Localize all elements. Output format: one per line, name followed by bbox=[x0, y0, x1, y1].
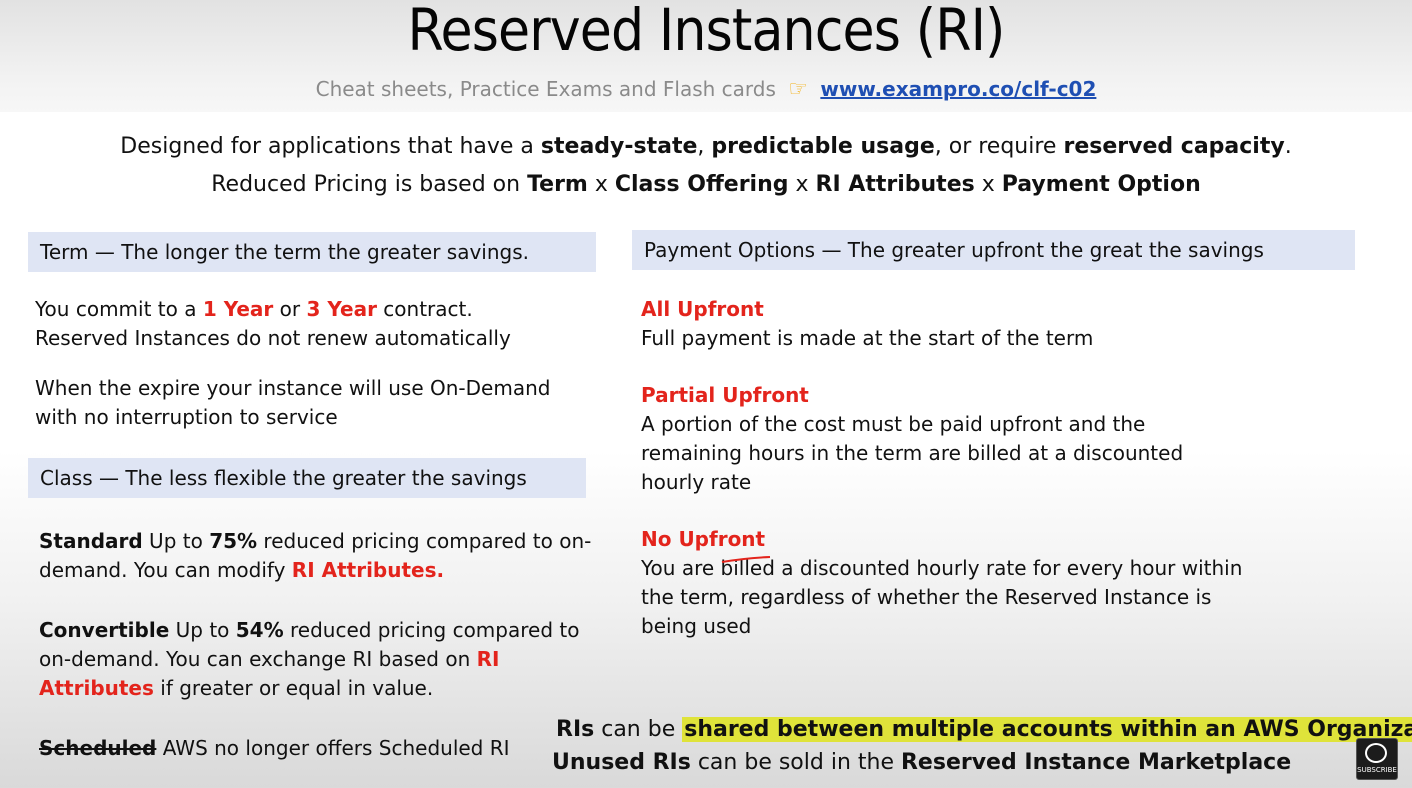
intro-bold: Class Offering bbox=[614, 172, 789, 197]
intro-text: , bbox=[697, 134, 712, 159]
freecodecamp-logo-icon bbox=[1365, 743, 1387, 763]
term-1-year: 1 Year bbox=[202, 297, 274, 321]
class-scheduled-text: Scheduled AWS no longer offers Scheduled… bbox=[39, 734, 510, 763]
text: or bbox=[273, 297, 307, 321]
text: When the expire your instance will use O… bbox=[35, 376, 551, 400]
subtitle: Cheat sheets, Practice Exams and Flash c… bbox=[0, 77, 1412, 102]
text: can be sold in the bbox=[690, 750, 901, 775]
text: Full payment is made at the start of the… bbox=[641, 326, 1094, 350]
class-header: Class — The less flexible the greater th… bbox=[28, 458, 586, 498]
intro-bold: Payment Option bbox=[1001, 172, 1201, 197]
payment-all-upfront: All Upfront Full payment is made at the … bbox=[641, 295, 1093, 353]
intro-bold: reserved capacity bbox=[1063, 134, 1285, 159]
intro-bold: RI Attributes bbox=[815, 172, 975, 197]
text: if greater or equal in value. bbox=[153, 676, 434, 700]
term-commit-text: You commit to a 1 Year or 3 Year contrac… bbox=[35, 295, 511, 353]
convertible-pct: 54% bbox=[235, 618, 284, 642]
term-3-year: 3 Year bbox=[306, 297, 377, 321]
intro-text: x bbox=[788, 172, 816, 197]
text: hourly rate bbox=[641, 470, 752, 494]
intro-line-1: Designed for applications that have a st… bbox=[0, 134, 1412, 159]
text: Reserved Instances do not renew automati… bbox=[35, 326, 511, 350]
convertible-label: Convertible bbox=[39, 618, 170, 642]
payment-header: Payment Options — The greater upfront th… bbox=[632, 230, 1355, 270]
intro-text: x bbox=[974, 172, 1002, 197]
class-convertible-text: Convertible Up to 54% reduced pricing co… bbox=[39, 616, 599, 703]
term-expire-text: When the expire your instance will use O… bbox=[35, 374, 550, 432]
subscribe-button[interactable]: SUBSCRIBE bbox=[1356, 738, 1398, 780]
text: RIs bbox=[556, 717, 595, 742]
standard-label: Standard bbox=[39, 529, 143, 553]
intro-text: Reduced Pricing is based on bbox=[211, 172, 528, 197]
payment-no-upfront: No Upfront You are billed a discounted h… bbox=[641, 525, 1242, 641]
text: being used bbox=[641, 614, 752, 638]
text: Reserved Instance Marketplace bbox=[900, 750, 1292, 775]
text: the term, regardless of whether the Rese… bbox=[641, 585, 1212, 609]
page-title: Reserved Instances (RI) bbox=[407, 0, 1005, 64]
all-upfront-title: All Upfront bbox=[641, 297, 764, 321]
ri-attributes-link: RI Attributes. bbox=[291, 558, 445, 582]
partial-upfront-title: Partial Upfront bbox=[641, 383, 809, 407]
intro-bold: predictable usage bbox=[711, 134, 935, 159]
subtitle-text: Cheat sheets, Practice Exams and Flash c… bbox=[315, 77, 776, 101]
text: contract. bbox=[376, 297, 473, 321]
text: with no interruption to service bbox=[35, 405, 338, 429]
text: Unused RIs bbox=[552, 750, 691, 775]
pointing-hand-icon: ☞ bbox=[788, 77, 809, 102]
text: A portion of the cost must be paid upfro… bbox=[641, 412, 1146, 436]
intro-text: . bbox=[1284, 134, 1292, 159]
scheduled-label: Scheduled bbox=[39, 736, 157, 760]
text: Up to bbox=[142, 529, 210, 553]
text: You commit to a bbox=[35, 297, 203, 321]
intro-text: Designed for applications that have a bbox=[120, 134, 541, 159]
payment-partial-upfront: Partial Upfront A portion of the cost mu… bbox=[641, 381, 1183, 497]
text: AWS no longer offers Scheduled RI bbox=[156, 736, 510, 760]
no-upfront-title: No Upfront bbox=[641, 527, 766, 551]
term-header: Term — The longer the term the greater s… bbox=[28, 232, 596, 272]
intro-bold: Term bbox=[527, 172, 588, 197]
intro-text: , or require bbox=[934, 134, 1064, 159]
intro-text: x bbox=[587, 172, 615, 197]
pen-annotation-icon bbox=[721, 556, 771, 563]
class-standard-text: Standard Up to 75% reduced pricing compa… bbox=[39, 527, 599, 585]
intro-line-2: Reduced Pricing is based on Term x Class… bbox=[0, 172, 1412, 197]
standard-pct: 75% bbox=[209, 529, 258, 553]
text: remaining hours in the term are billed a… bbox=[641, 441, 1184, 465]
text: can be bbox=[594, 717, 683, 742]
intro-bold: steady-state bbox=[540, 134, 698, 159]
subscribe-label: SUBSCRIBE bbox=[1357, 766, 1397, 774]
highlighted-text: shared between multiple accounts within … bbox=[682, 717, 1412, 742]
exampro-link[interactable]: www.exampro.co/clf-c02 bbox=[820, 77, 1096, 101]
bottom-line-1: RIs can be shared between multiple accou… bbox=[556, 717, 1412, 742]
text: Up to bbox=[169, 618, 236, 642]
bottom-line-2: Unused RIs can be sold in the Reserved I… bbox=[552, 750, 1291, 775]
